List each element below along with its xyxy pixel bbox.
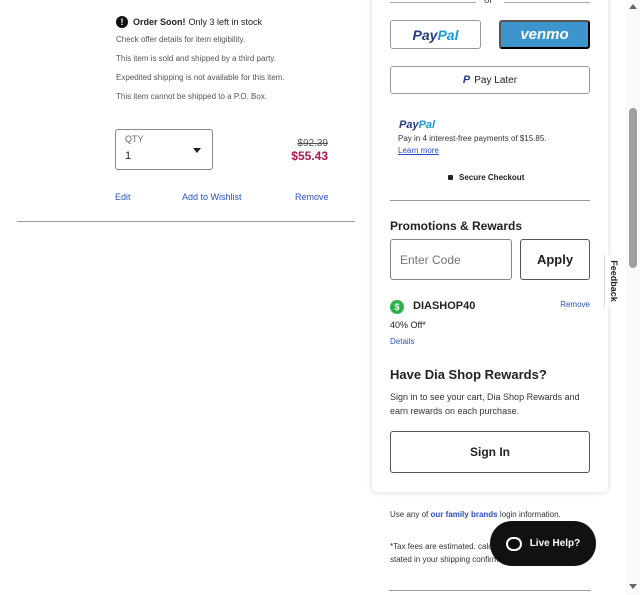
item-note: Expedited shipping is not available for …: [116, 73, 285, 82]
cart-item: ! Order Soon! Only 3 left in stock Check…: [0, 0, 360, 595]
family-brands-link[interactable]: our family brands: [430, 510, 497, 519]
paypal-pay-later-button[interactable]: P Pay Later: [390, 66, 590, 94]
paypal-logo-part: Pal: [437, 26, 459, 43]
checkout-summary-card: or Pay Pal venmo P Pay Later PayPal Pay i…: [372, 0, 608, 492]
paypal-logo: PayPal: [399, 119, 435, 131]
lock-icon: [448, 175, 453, 180]
scroll-up-arrow-icon[interactable]: [629, 4, 637, 9]
sign-in-button[interactable]: Sign In: [390, 431, 590, 473]
secure-checkout-label: Secure Checkout: [459, 173, 525, 182]
remove-item-link[interactable]: Remove: [295, 192, 329, 202]
feedback-tab[interactable]: Feedback: [604, 255, 622, 307]
item-note: This item cannot be shipped to a P.O. Bo…: [116, 92, 268, 101]
promo-details-link[interactable]: Details: [390, 337, 414, 346]
live-help-label: Live Help?: [529, 538, 581, 549]
promo-code-input[interactable]: [390, 239, 512, 280]
dollar-icon: $: [390, 300, 404, 314]
qty-value: 1: [125, 150, 132, 162]
live-help-button[interactable]: Live Help?: [490, 521, 596, 566]
feedback-label: Feedback: [608, 260, 619, 302]
family-suffix: login information.: [499, 510, 561, 519]
chevron-down-icon: [193, 148, 201, 153]
add-to-wishlist-link[interactable]: Add to Wishlist: [182, 192, 242, 202]
paypal-icon: P: [462, 74, 471, 86]
order-soon-label: Order Soon!: [133, 17, 186, 27]
original-price: $92.39: [297, 138, 328, 149]
quantity-select[interactable]: QTY 1: [115, 129, 213, 170]
item-note: Check offer details for item eligibility…: [116, 35, 246, 44]
sale-price: $55.43: [291, 149, 328, 163]
divider: [389, 590, 591, 591]
family-brands-note: Use any of our family brands login infor…: [390, 510, 561, 519]
paypal-button[interactable]: Pay Pal: [390, 20, 481, 49]
divider: [17, 221, 355, 222]
alert-icon: !: [116, 16, 128, 28]
or-separator: or: [484, 0, 493, 6]
secure-checkout: Secure Checkout: [448, 173, 524, 182]
scrollbar-thumb[interactable]: [629, 108, 637, 268]
divider: [390, 2, 476, 3]
divider: [504, 2, 590, 3]
pay-later-label: Pay Later: [474, 74, 518, 86]
apply-button[interactable]: Apply: [520, 239, 590, 280]
scroll-down-arrow-icon[interactable]: [629, 584, 637, 589]
rewards-title: Have Dia Shop Rewards?: [390, 367, 547, 382]
remove-promo-link[interactable]: Remove: [560, 300, 590, 309]
promo-discount: 40% Off*: [390, 320, 426, 330]
paypal-logo-part: Pay: [412, 26, 438, 43]
edit-link[interactable]: Edit: [115, 192, 131, 202]
rewards-description: Sign in to see your cart, Dia Shop Rewar…: [390, 392, 580, 416]
family-prefix: Use any of: [390, 510, 429, 519]
applied-promo-code: DIASHOP40: [413, 300, 476, 312]
paypal-logo-part: Pal: [418, 119, 436, 131]
chat-icon: [505, 536, 522, 551]
promotions-title: Promotions & Rewards: [390, 219, 523, 233]
pay-in-4-text: Pay in 4 interest-free payments of $15.8…: [398, 134, 547, 143]
venmo-button[interactable]: venmo: [499, 20, 590, 49]
order-soon-notice: ! Order Soon! Only 3 left in stock: [116, 16, 262, 28]
qty-label: QTY: [125, 134, 144, 144]
stock-text: Only 3 left in stock: [188, 17, 263, 27]
paypal-logo-part: Pay: [399, 119, 419, 131]
item-note: This item is sold and shipped by a third…: [116, 54, 276, 63]
divider: [390, 200, 590, 201]
scrollbar[interactable]: [626, 0, 640, 595]
learn-more-link[interactable]: Learn more: [398, 146, 439, 155]
